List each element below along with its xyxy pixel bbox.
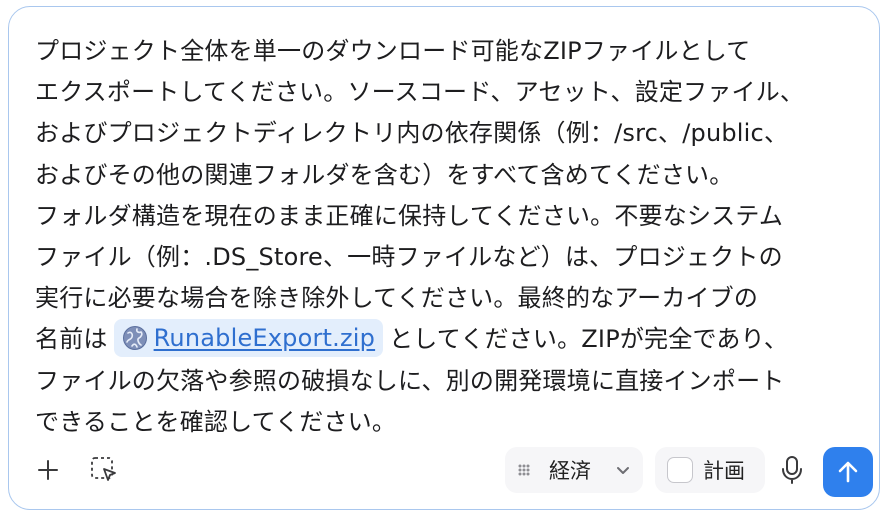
prompt-textarea[interactable]: プロジェクト全体を単一のダウンロード可能なZIPファイルとして エクスポートして… [35, 31, 865, 443]
selection-cursor-icon [91, 457, 116, 481]
prompt-line-7: 実行に必要な場合を除き除外してください。最終的なアーカイブの [35, 284, 759, 313]
prompt-line-2: エクスポートしてください。ソースコード、アセット、設定ファイル、 [35, 78, 805, 107]
prompt-line-5: フォルダ構造を現在のまま正確に保持してください。不要なシステム [35, 201, 784, 230]
plan-checkbox[interactable] [667, 457, 693, 483]
microphone-button[interactable] [775, 453, 809, 487]
prompt-line-8: 名前は RunableExport.zip としてください。ZIPが完全であり、 [35, 319, 865, 360]
prompt-line-10: できることを確認してください。 [35, 407, 397, 436]
arrow-up-icon [838, 461, 858, 483]
microphone-icon [782, 456, 802, 484]
send-button[interactable] [823, 447, 873, 497]
drag-dots-icon [518, 464, 530, 476]
prompt-line-9: ファイルの欠落や参照の破損なしに、別の開発環境に直接インポート [35, 366, 785, 395]
add-button[interactable] [31, 453, 65, 487]
prompt-line-4: およびその他の関連フォルダを含む）をすべて含めてください。 [35, 160, 734, 189]
select-area-button[interactable] [87, 453, 121, 487]
model-select[interactable]: 経済 [505, 447, 643, 493]
toolbar-left [31, 453, 121, 487]
plus-icon [38, 460, 58, 480]
model-select-label: 経済 [549, 459, 591, 483]
prompt-line-3: およびプロジェクトディレクトリ内の依存関係（例：/src、/public、 [35, 119, 789, 148]
prompt-composer[interactable]: プロジェクト全体を単一のダウンロード可能なZIPファイルとして エクスポートして… [8, 6, 880, 510]
plan-toggle[interactable]: 計画 [655, 447, 765, 493]
plan-label: 計画 [703, 459, 745, 483]
prompt-line-6: ファイル（例：.DS_Store、一時ファイルなど）は、プロジェクトの [35, 243, 783, 272]
globe-icon [122, 326, 147, 351]
prompt-line-1: プロジェクト全体を単一のダウンロード可能なZIPファイルとして [35, 37, 751, 65]
prompt-line-8-after: としてください。ZIPが完全であり、 [389, 325, 789, 354]
prompt-line-8-before: 名前は [35, 325, 108, 354]
chevron-down-icon [617, 467, 629, 474]
file-chip[interactable]: RunableExport.zip [113, 318, 384, 359]
file-chip-label[interactable]: RunableExport.zip [154, 318, 376, 359]
